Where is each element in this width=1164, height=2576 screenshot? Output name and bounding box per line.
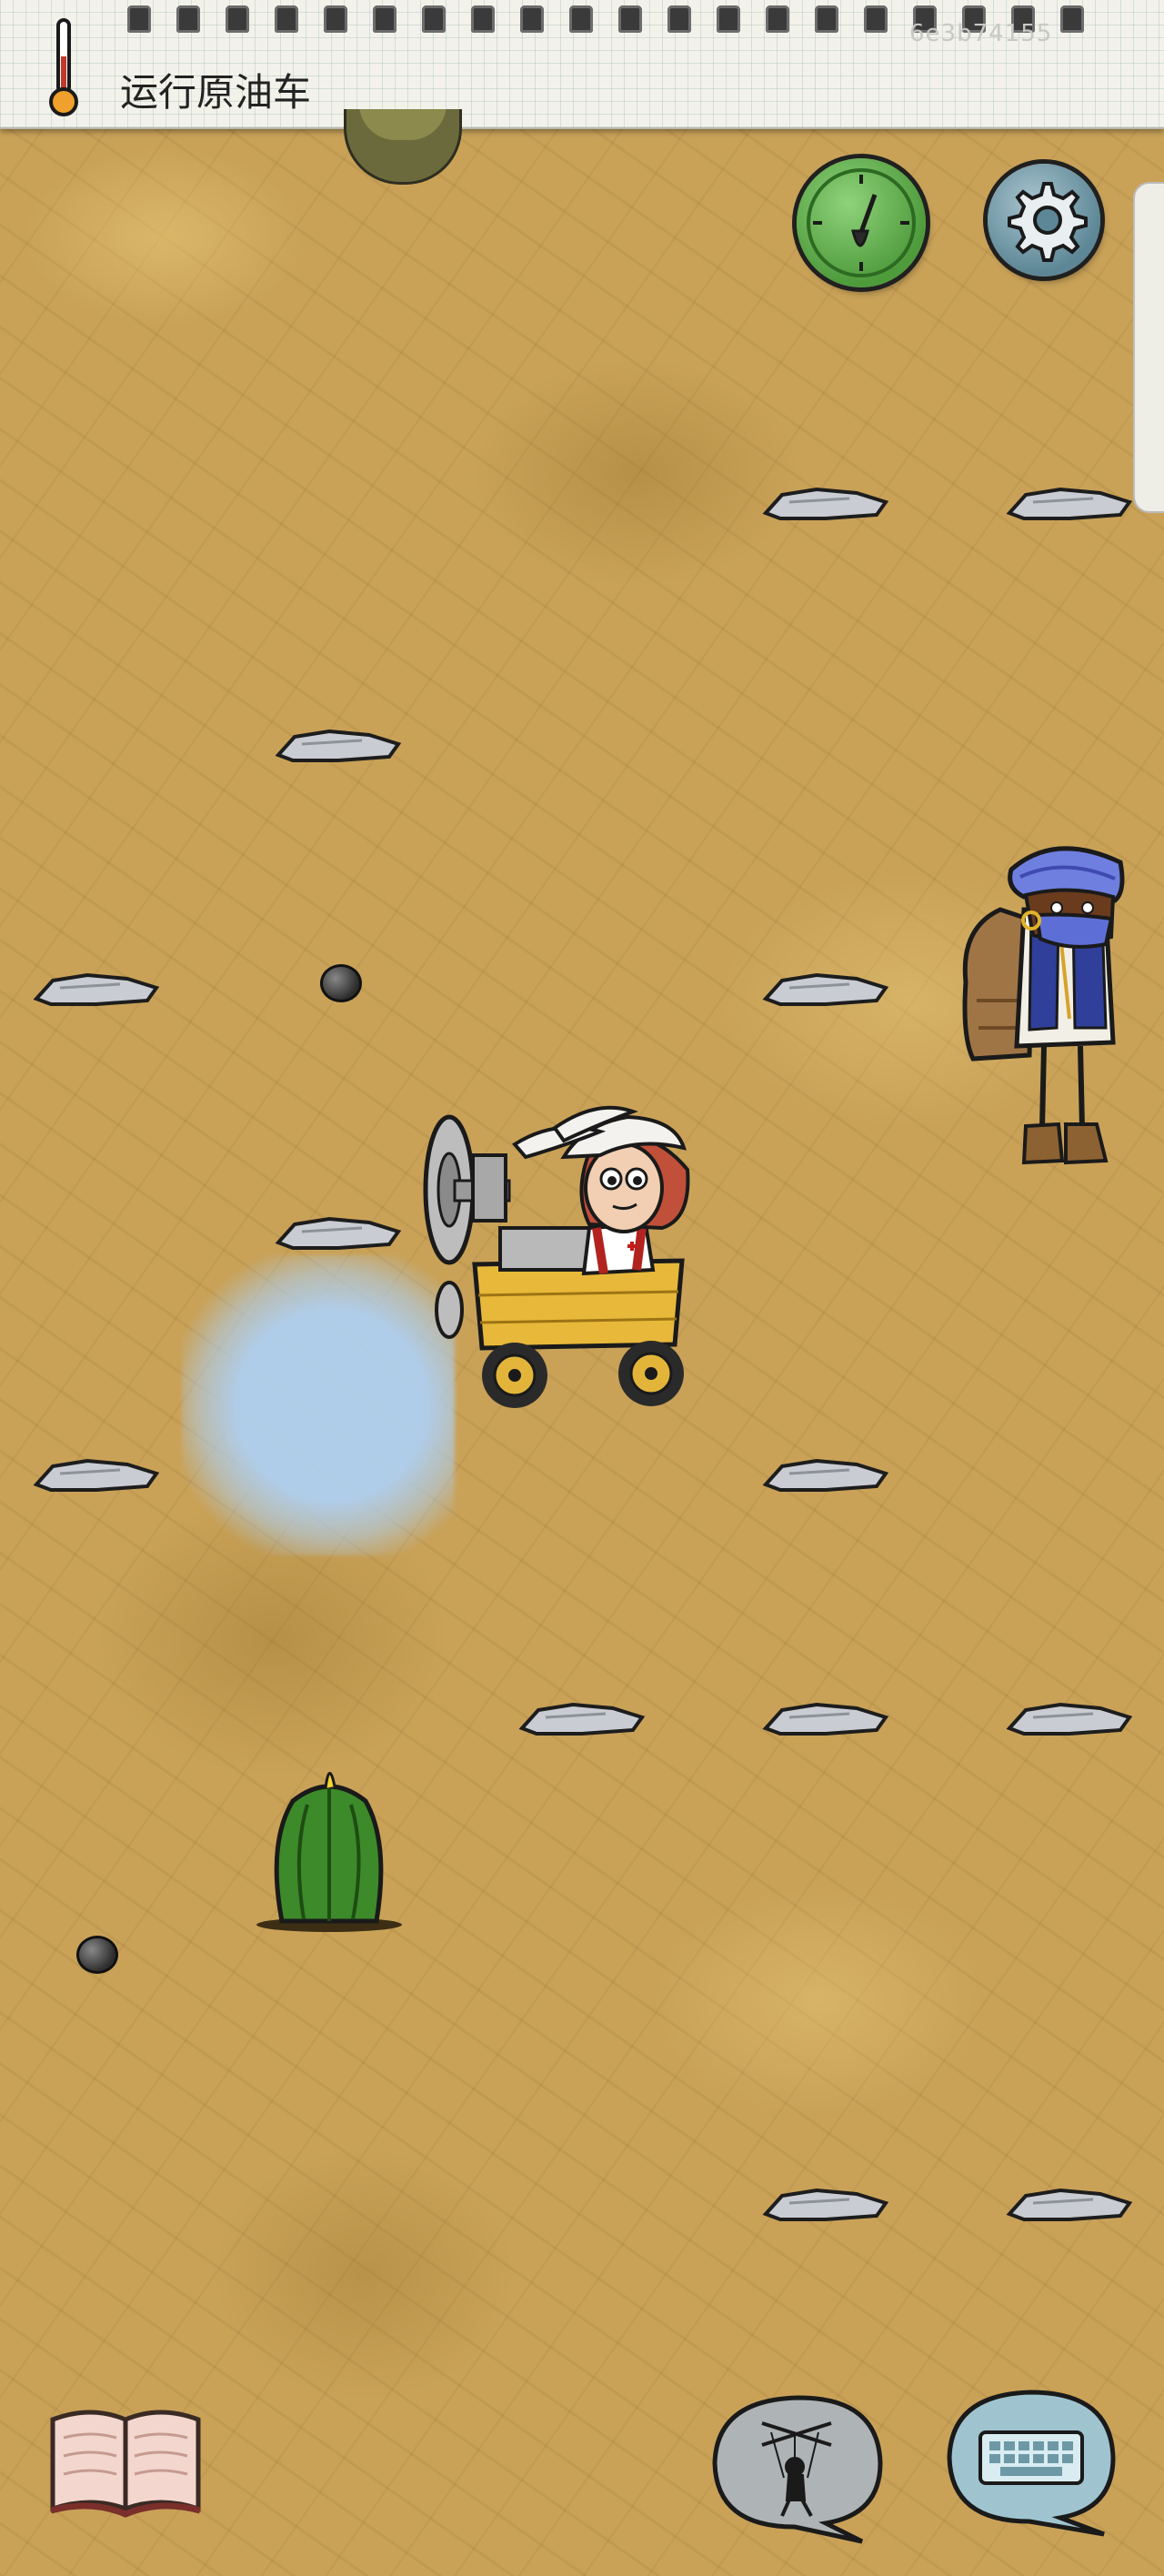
binding-hole [373,5,396,33]
notebook-top-bar: 6e3b74155 运行原油车 [0,0,1164,129]
flint-stone[interactable] [762,1454,889,1494]
thermometer-icon[interactable] [47,16,80,118]
flint-stone[interactable] [275,1212,402,1252]
flint-stone[interactable] [33,1454,160,1494]
binding-hole [275,5,298,33]
flint-stone[interactable] [762,2183,889,2223]
binding-hole [717,5,740,33]
binding-hole [569,5,593,33]
flint-stone[interactable] [762,1697,889,1737]
pebble[interactable] [76,1936,118,1974]
flint-stone[interactable] [33,968,160,1008]
keyboard-icon [978,2430,1084,2485]
binding-hole [618,5,642,33]
player-crude-oil-car[interactable] [418,1092,700,1419]
game-viewport[interactable]: 6e3b74155 运行原油车 [0,0,1164,2576]
side-drawer-handle[interactable] [1133,182,1164,513]
binding-hole [422,5,446,33]
binding-hole [127,5,151,33]
compass-button[interactable] [797,158,926,287]
binding-hole [1060,5,1084,33]
flint-stone[interactable] [1006,2183,1133,2223]
flint-stone[interactable] [762,482,889,522]
journal-button[interactable] [45,2401,206,2520]
flint-stone[interactable] [1006,482,1133,522]
binding-hole [520,5,544,33]
binding-hole [667,5,691,33]
binding-hole [766,5,789,33]
flint-stone[interactable] [762,968,889,1008]
flint-stone[interactable] [275,724,402,764]
binding-hole [864,5,888,33]
status-text: 运行原油车 [120,70,312,115]
desert-nomad-npc[interactable] [960,837,1133,1201]
flint-stone[interactable] [1006,1697,1133,1737]
settings-button[interactable] [988,164,1100,277]
binding-hole [471,5,495,33]
open-book-icon [50,2410,201,2518]
gear-icon [1008,182,1088,262]
binding-hole [815,5,838,33]
pebble[interactable] [320,964,362,1002]
binding-hole [176,5,200,33]
barrel-cactus[interactable] [253,1752,407,1934]
build-id-text: 6e3b74155 [909,20,1053,47]
exhaust-smoke [182,1255,455,1555]
compass-icon [807,168,916,277]
binding-hole [226,5,249,33]
binding-hole [324,5,347,33]
puppet-control-button[interactable] [707,2390,886,2545]
flint-stone[interactable] [518,1697,646,1737]
chat-keyboard-button[interactable] [942,2385,1120,2540]
